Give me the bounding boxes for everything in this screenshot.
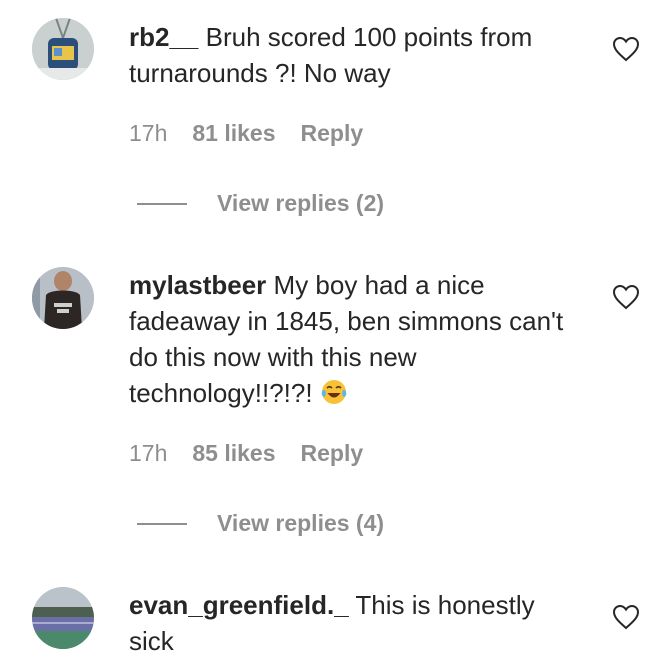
comment: evan_greenfield._ This is honestly sick bbox=[0, 0, 664, 658]
comment-username[interactable]: evan_greenfield._ bbox=[129, 590, 349, 620]
heart-icon[interactable] bbox=[612, 604, 640, 630]
avatar[interactable] bbox=[32, 587, 94, 649]
comment-text: evan_greenfield._ This is honestly sick bbox=[129, 587, 569, 659]
